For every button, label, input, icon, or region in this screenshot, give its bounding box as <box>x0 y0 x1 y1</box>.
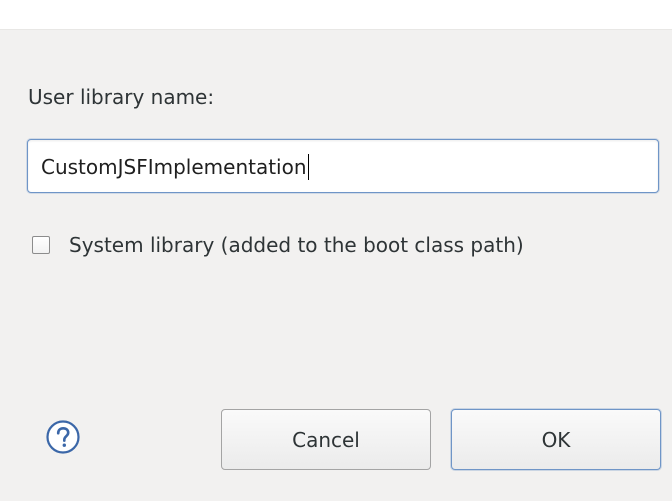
system-library-checkbox[interactable] <box>32 236 50 254</box>
cancel-button[interactable]: Cancel <box>221 409 431 470</box>
user-library-name-text: CustomJSFImplementation <box>41 155 307 179</box>
text-caret <box>307 154 309 180</box>
cancel-button-label: Cancel <box>292 427 360 452</box>
user-library-name-input[interactable]: CustomJSFImplementation <box>27 139 659 193</box>
help-button[interactable] <box>46 420 80 454</box>
ok-button[interactable]: OK <box>451 409 661 470</box>
user-library-name-label: User library name: <box>28 85 215 109</box>
help-icon <box>46 420 80 454</box>
ok-button-label: OK <box>541 427 571 452</box>
user-library-dialog: User library name: CustomJSFImplementati… <box>0 0 672 501</box>
system-library-label[interactable]: System library (added to the boot class … <box>69 231 524 259</box>
user-library-name-value: CustomJSFImplementation <box>41 154 309 180</box>
